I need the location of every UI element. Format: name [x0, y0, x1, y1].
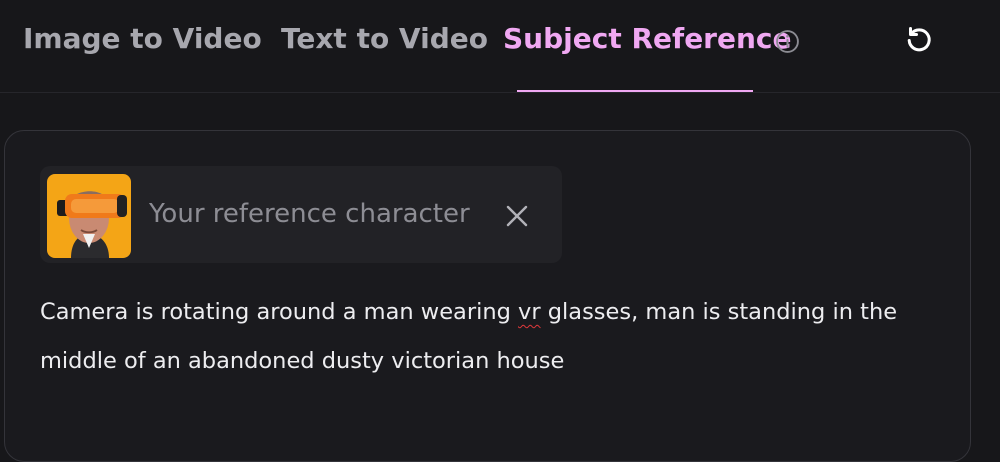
spellcheck-flagged-word: vr — [518, 299, 541, 325]
mode-tab-bar: Image to Video Text to Video Subject Ref… — [0, 0, 1000, 93]
reference-character-label: Your reference character — [149, 199, 470, 229]
info-icon[interactable] — [775, 29, 800, 54]
tab-text-to-video[interactable]: Text to Video — [281, 22, 488, 55]
prompt-text-input[interactable]: Camera is rotating around a man wearing … — [40, 288, 940, 386]
tab-subject-reference[interactable]: Subject Reference — [503, 22, 792, 55]
active-tab-indicator — [517, 90, 753, 92]
prompt-text-start: Camera is rotating around a man wearing — [40, 299, 519, 325]
close-icon[interactable] — [502, 201, 532, 231]
tab-image-to-video[interactable]: Image to Video — [23, 22, 262, 55]
reference-character-thumbnail — [47, 174, 131, 258]
refresh-icon[interactable] — [903, 24, 935, 56]
